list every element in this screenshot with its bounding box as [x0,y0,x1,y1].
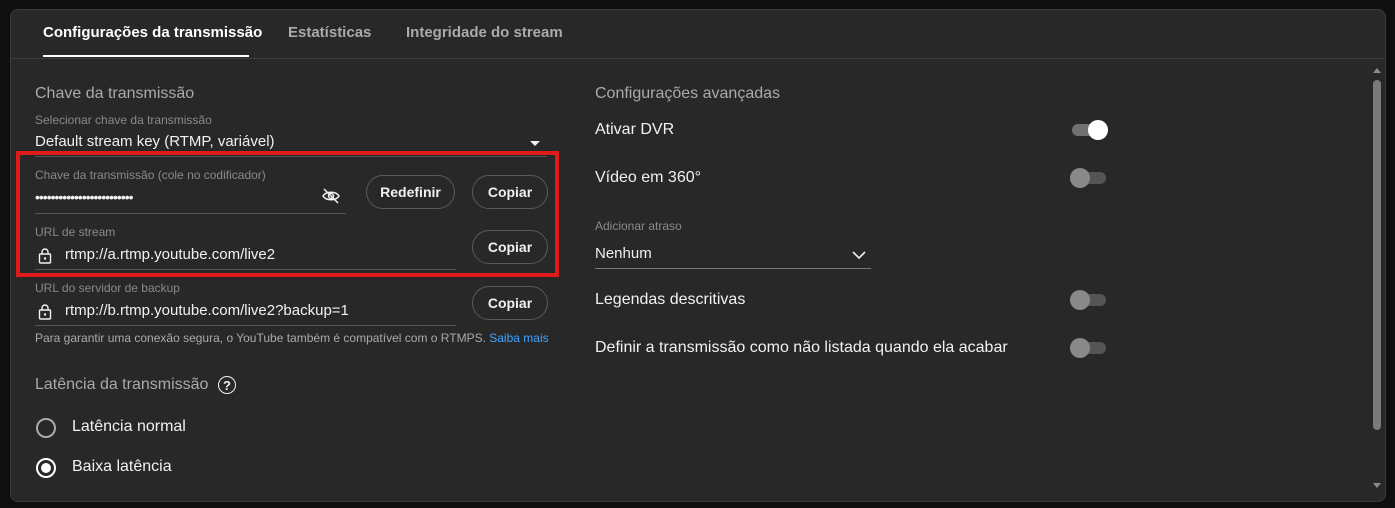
unlisted-toggle[interactable] [1070,337,1108,358]
stream-key-section-title: Chave da transmissão [35,85,195,102]
scroll-thumb[interactable] [1373,80,1381,430]
low-latency-label: Baixa latência [72,458,172,475]
chevron-down-icon [852,251,866,260]
tab-stream-health[interactable]: Integridade do stream [406,24,563,41]
captions-label: Legendas descritivas [595,291,746,308]
scrollbar[interactable] [1373,68,1381,488]
dvr-label: Ativar DVR [595,121,675,138]
tab-statistics[interactable]: Estatísticas [288,24,371,41]
reset-stream-key-button[interactable]: Redefinir [366,175,455,209]
dvr-toggle[interactable] [1070,119,1108,140]
help-icon[interactable]: ? [218,376,236,394]
copy-backup-url-button[interactable]: Copiar [472,286,548,320]
lock-icon [38,304,52,320]
dropdown-arrow-icon [530,141,540,146]
backup-url-label: URL do servidor de backup [35,281,180,295]
unlisted-label: Definir a transmissão como não listada q… [595,339,1008,356]
radio-normal-latency[interactable] [36,418,56,438]
backup-url-value: rtmp://b.rtmp.youtube.com/live2?backup=1 [65,302,349,319]
copy-stream-url-button[interactable]: Copiar [472,230,548,264]
stream-url-underline [35,269,456,270]
tab-stream-settings[interactable]: Configurações da transmissão [43,24,262,41]
captions-toggle[interactable] [1070,289,1108,310]
rtmps-note-text: Para garantir uma conexão segura, o YouT… [35,331,486,345]
latency-section-title: Latência da transmissão [35,376,209,393]
stream-url-value: rtmp://a.rtmp.youtube.com/live2 [65,246,276,263]
backup-url-underline [35,325,456,326]
scroll-down-arrow-icon[interactable] [1373,483,1381,488]
stream-settings-panel: Configurações da transmissão Estatística… [10,9,1386,502]
delay-label: Adicionar atraso [595,219,682,233]
delay-value: Nenhum [595,245,652,262]
stream-key-value: ••••••••••••••••••••••••• [35,189,134,205]
toggle-knob [1070,168,1090,188]
rtmps-note: Para garantir uma conexão segura, o YouT… [35,331,549,345]
visibility-off-icon[interactable] [321,188,341,204]
scroll-up-arrow-icon[interactable] [1373,68,1381,73]
stream-key-underline [35,213,346,214]
toggle-knob [1070,290,1090,310]
stream-url-label: URL de stream [35,225,116,239]
stream-key-select-value: Default stream key (RTMP, variável) [35,133,275,150]
video-360-label: Vídeo em 360° [595,169,702,186]
video-360-toggle[interactable] [1070,167,1108,188]
toggle-knob [1088,120,1108,140]
tab-bar: Configurações da transmissão Estatística… [11,10,1385,59]
copy-stream-key-button[interactable]: Copiar [472,175,548,209]
radio-low-latency[interactable] [36,458,56,478]
stream-key-select-underline [35,156,547,157]
learn-more-link[interactable]: Saiba mais [489,331,548,345]
stream-key-select-label: Selecionar chave da transmissão [35,113,212,127]
stream-key-field-label: Chave da transmissão (cole no codificado… [35,168,266,182]
advanced-section-title: Configurações avançadas [595,85,781,102]
delay-underline [595,268,871,269]
normal-latency-label: Latência normal [72,418,186,435]
active-tab-indicator [43,55,249,57]
toggle-knob [1070,338,1090,358]
lock-icon [38,248,52,264]
